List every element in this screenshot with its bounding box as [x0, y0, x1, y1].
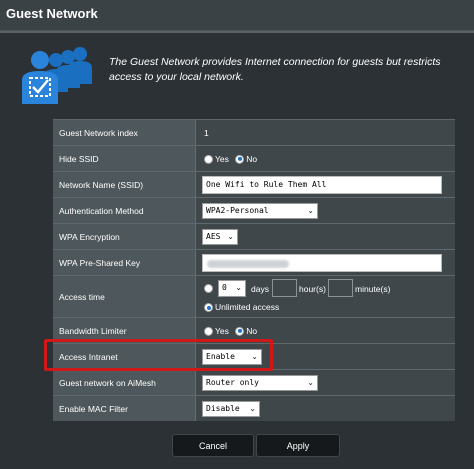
row-mac-filter: Enable MAC Filter Disable ⌄ [53, 395, 455, 421]
access-time-limited-radio[interactable] [204, 284, 213, 293]
row-aimesh: Guest network on AiMesh Router only ⌄ [53, 369, 455, 395]
radio-icon [204, 154, 213, 164]
label-index: Guest Network index [59, 127, 138, 138]
label-mac-filter: Enable MAC Filter [59, 403, 128, 414]
chevron-down-icon: ⌄ [307, 206, 314, 215]
guest-network-description: The Guest Network provides Internet conn… [109, 56, 441, 83]
minutes-label: minute(s) [355, 284, 391, 294]
radio-selected-icon [235, 154, 245, 164]
radio-selected-icon [204, 303, 213, 313]
label-access-time: Access time [59, 291, 105, 302]
chevron-down-icon: ⌄ [227, 232, 234, 241]
days-label: days [251, 284, 269, 294]
row-encryption: WPA Encryption AES ⌄ [53, 223, 455, 249]
hide-ssid-no[interactable]: No [235, 153, 257, 164]
chevron-down-icon: ⌄ [307, 378, 314, 387]
label-ssid: Network Name (SSID) [59, 179, 144, 190]
auth-select[interactable]: WPA2-Personal ⌄ [202, 203, 318, 219]
chevron-down-icon: ⌄ [249, 404, 256, 413]
row-psk: WPA Pre-Shared Key [53, 249, 455, 275]
row-auth: Authentication Method WPA2-Personal ⌄ [53, 197, 455, 223]
label-auth: Authentication Method [59, 205, 144, 216]
header-divider [0, 31, 474, 33]
bandwidth-yes[interactable]: Yes [204, 325, 229, 336]
psk-input[interactable] [202, 254, 442, 272]
mac-filter-select[interactable]: Disable ⌄ [202, 401, 260, 417]
minutes-input[interactable] [328, 279, 353, 297]
bandwidth-no[interactable]: No [235, 325, 257, 336]
page-header: Guest Network [0, 0, 474, 31]
label-psk: WPA Pre-Shared Key [59, 257, 141, 268]
row-ssid: Network Name (SSID) One Wifi to Rule The… [53, 171, 455, 197]
ssid-input[interactable]: One Wifi to Rule Them All [202, 176, 442, 194]
days-select[interactable]: 0 ⌄ [218, 280, 246, 297]
hours-input[interactable] [272, 279, 297, 297]
chevron-down-icon: ⌄ [235, 283, 242, 292]
label-hide-ssid: Hide SSID [59, 153, 99, 164]
cancel-button[interactable]: Cancel [172, 434, 254, 457]
label-bandwidth: Bandwidth Limiter [59, 325, 127, 336]
label-encryption: WPA Encryption [59, 231, 120, 242]
radio-selected-icon [235, 326, 245, 336]
hide-ssid-yes[interactable]: Yes [204, 153, 229, 164]
obscured-key [207, 260, 289, 268]
row-access-time: Access time 0 ⌄ days hour(s) minute(s) Un… [53, 275, 455, 317]
page-title: Guest Network [6, 6, 98, 21]
row-index: Guest Network index 1 [53, 119, 455, 145]
label-aimesh: Guest network on AiMesh [59, 377, 156, 388]
apply-button[interactable]: Apply [256, 434, 340, 457]
encryption-select[interactable]: AES ⌄ [202, 229, 238, 245]
access-intranet-highlight [44, 339, 273, 371]
aimesh-select[interactable]: Router only ⌄ [202, 375, 318, 391]
row-hide-ssid: Hide SSID Yes No [53, 145, 455, 171]
index-value: 1 [204, 127, 209, 138]
unlimited-access-option[interactable]: Unlimited access [204, 302, 279, 313]
hours-label: hour(s) [299, 284, 326, 294]
settings-table: Guest Network index 1 Hide SSID Yes No N… [53, 119, 455, 421]
guest-users-icon [18, 44, 104, 104]
radio-icon [204, 326, 213, 336]
